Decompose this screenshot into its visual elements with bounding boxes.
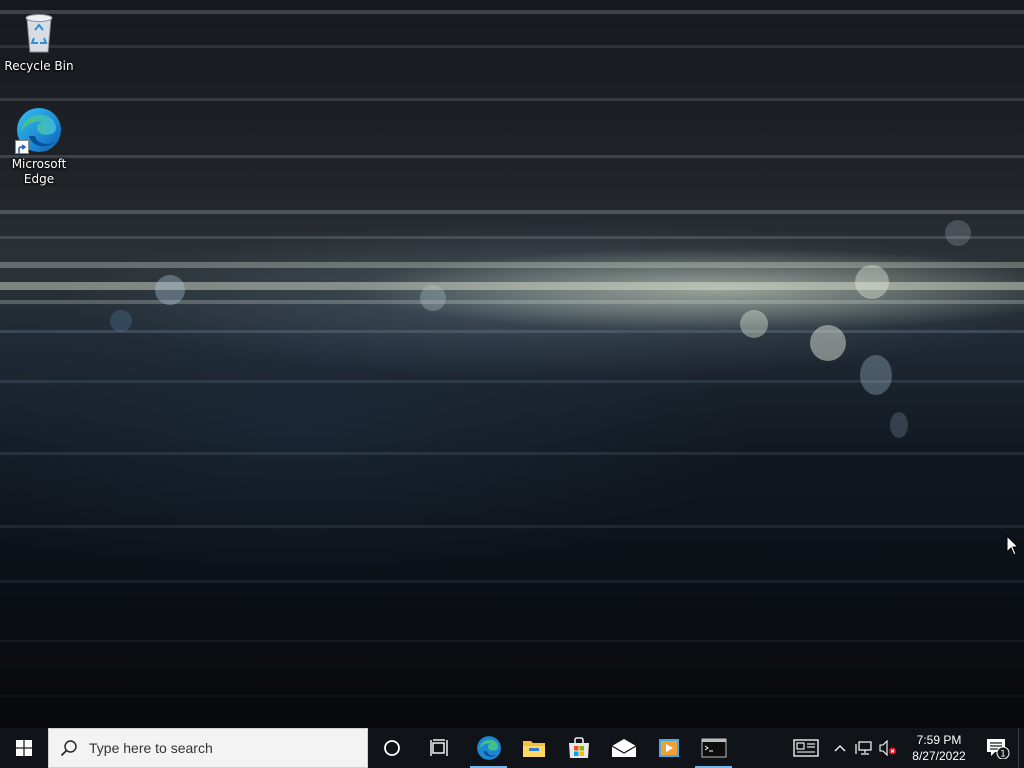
wallpaper-streak (0, 640, 1024, 642)
wallpaper-streak (0, 45, 1024, 48)
taskbar-app-mail[interactable] (601, 728, 646, 768)
cortana-button[interactable] (368, 728, 416, 768)
taskbar: Type here to search 7:59 PM 8/27/2022 1 (0, 728, 1024, 768)
wallpaper-bokeh (110, 310, 132, 332)
store-bag-icon (568, 737, 589, 758)
wallpaper-bokeh (860, 355, 892, 395)
wallpaper-bokeh (810, 325, 846, 361)
wallpaper-streak (0, 155, 1024, 158)
taskbar-app-file-explorer[interactable] (511, 728, 556, 768)
volume-button[interactable] (876, 728, 900, 768)
desktop-icon-microsoft-edge[interactable]: Microsoft Edge (1, 106, 77, 187)
wallpaper-streak (0, 300, 1024, 304)
network-icon (855, 741, 872, 755)
wallpaper-bokeh (155, 275, 185, 305)
taskbar-search-box[interactable]: Type here to search (48, 728, 368, 768)
wallpaper-streak (0, 695, 1024, 697)
start-button[interactable] (0, 728, 48, 768)
clock-button[interactable]: 7:59 PM 8/27/2022 (900, 728, 978, 768)
wallpaper-streak (0, 330, 1024, 333)
show-desktop-button[interactable] (1018, 728, 1024, 768)
mail-envelope-icon (611, 739, 636, 757)
wallpaper-streak (0, 525, 1024, 528)
clock-time: 7:59 PM (916, 733, 962, 747)
desktop-wallpaper (0, 0, 1024, 728)
desktop-icon-label: Microsoft Edge (11, 157, 67, 186)
clock-date: 8/27/2022 (912, 749, 966, 763)
wallpaper-streak (0, 98, 1024, 101)
search-icon (49, 739, 89, 757)
wallpaper-bokeh (740, 310, 768, 338)
notification-count-badge: 1 (1000, 750, 1006, 760)
shortcut-arrow-icon (15, 140, 29, 154)
taskbar-spacer (736, 728, 784, 768)
folder-icon (522, 741, 545, 757)
chevron-up-icon (834, 745, 846, 752)
wallpaper-streak (0, 452, 1024, 455)
news-widget-icon (793, 739, 819, 757)
cortana-circle-icon (384, 740, 400, 756)
task-view-button[interactable] (416, 728, 464, 768)
show-hidden-icons-button[interactable] (828, 728, 852, 768)
action-center-button[interactable]: 1 (978, 728, 1018, 768)
notification-icon: 1 (987, 739, 1010, 760)
taskbar-app-microsoft-store[interactable] (556, 728, 601, 768)
edge-icon (476, 736, 501, 760)
wallpaper-streak (0, 10, 1024, 14)
taskbar-app-edge[interactable] (466, 728, 511, 768)
wallpaper-bokeh (945, 220, 971, 246)
windows-logo-icon (16, 740, 32, 756)
wallpaper-bokeh (855, 265, 889, 299)
desktop-icon-recycle-bin[interactable]: Recycle Bin (1, 8, 77, 74)
terminal-icon (701, 738, 726, 758)
taskbar-app-command-prompt[interactable] (691, 728, 736, 768)
taskbar-app-media-player[interactable] (646, 728, 691, 768)
mouse-cursor-icon (1006, 534, 1020, 557)
task-view-icon (430, 739, 448, 756)
recycle-bin-icon (15, 8, 63, 56)
desktop-icon-label: Recycle Bin (4, 59, 74, 73)
wallpaper-streak (0, 210, 1024, 214)
wallpaper-streak (0, 580, 1024, 583)
network-status-button[interactable] (852, 728, 876, 768)
wallpaper-streak (0, 236, 1024, 239)
media-player-icon (658, 739, 679, 757)
edge-icon (15, 106, 63, 154)
news-and-interests-button[interactable] (784, 728, 828, 768)
search-placeholder: Type here to search (89, 740, 213, 756)
wallpaper-bokeh (890, 412, 908, 438)
wallpaper-bokeh (420, 285, 446, 311)
volume-muted-icon (879, 740, 896, 756)
